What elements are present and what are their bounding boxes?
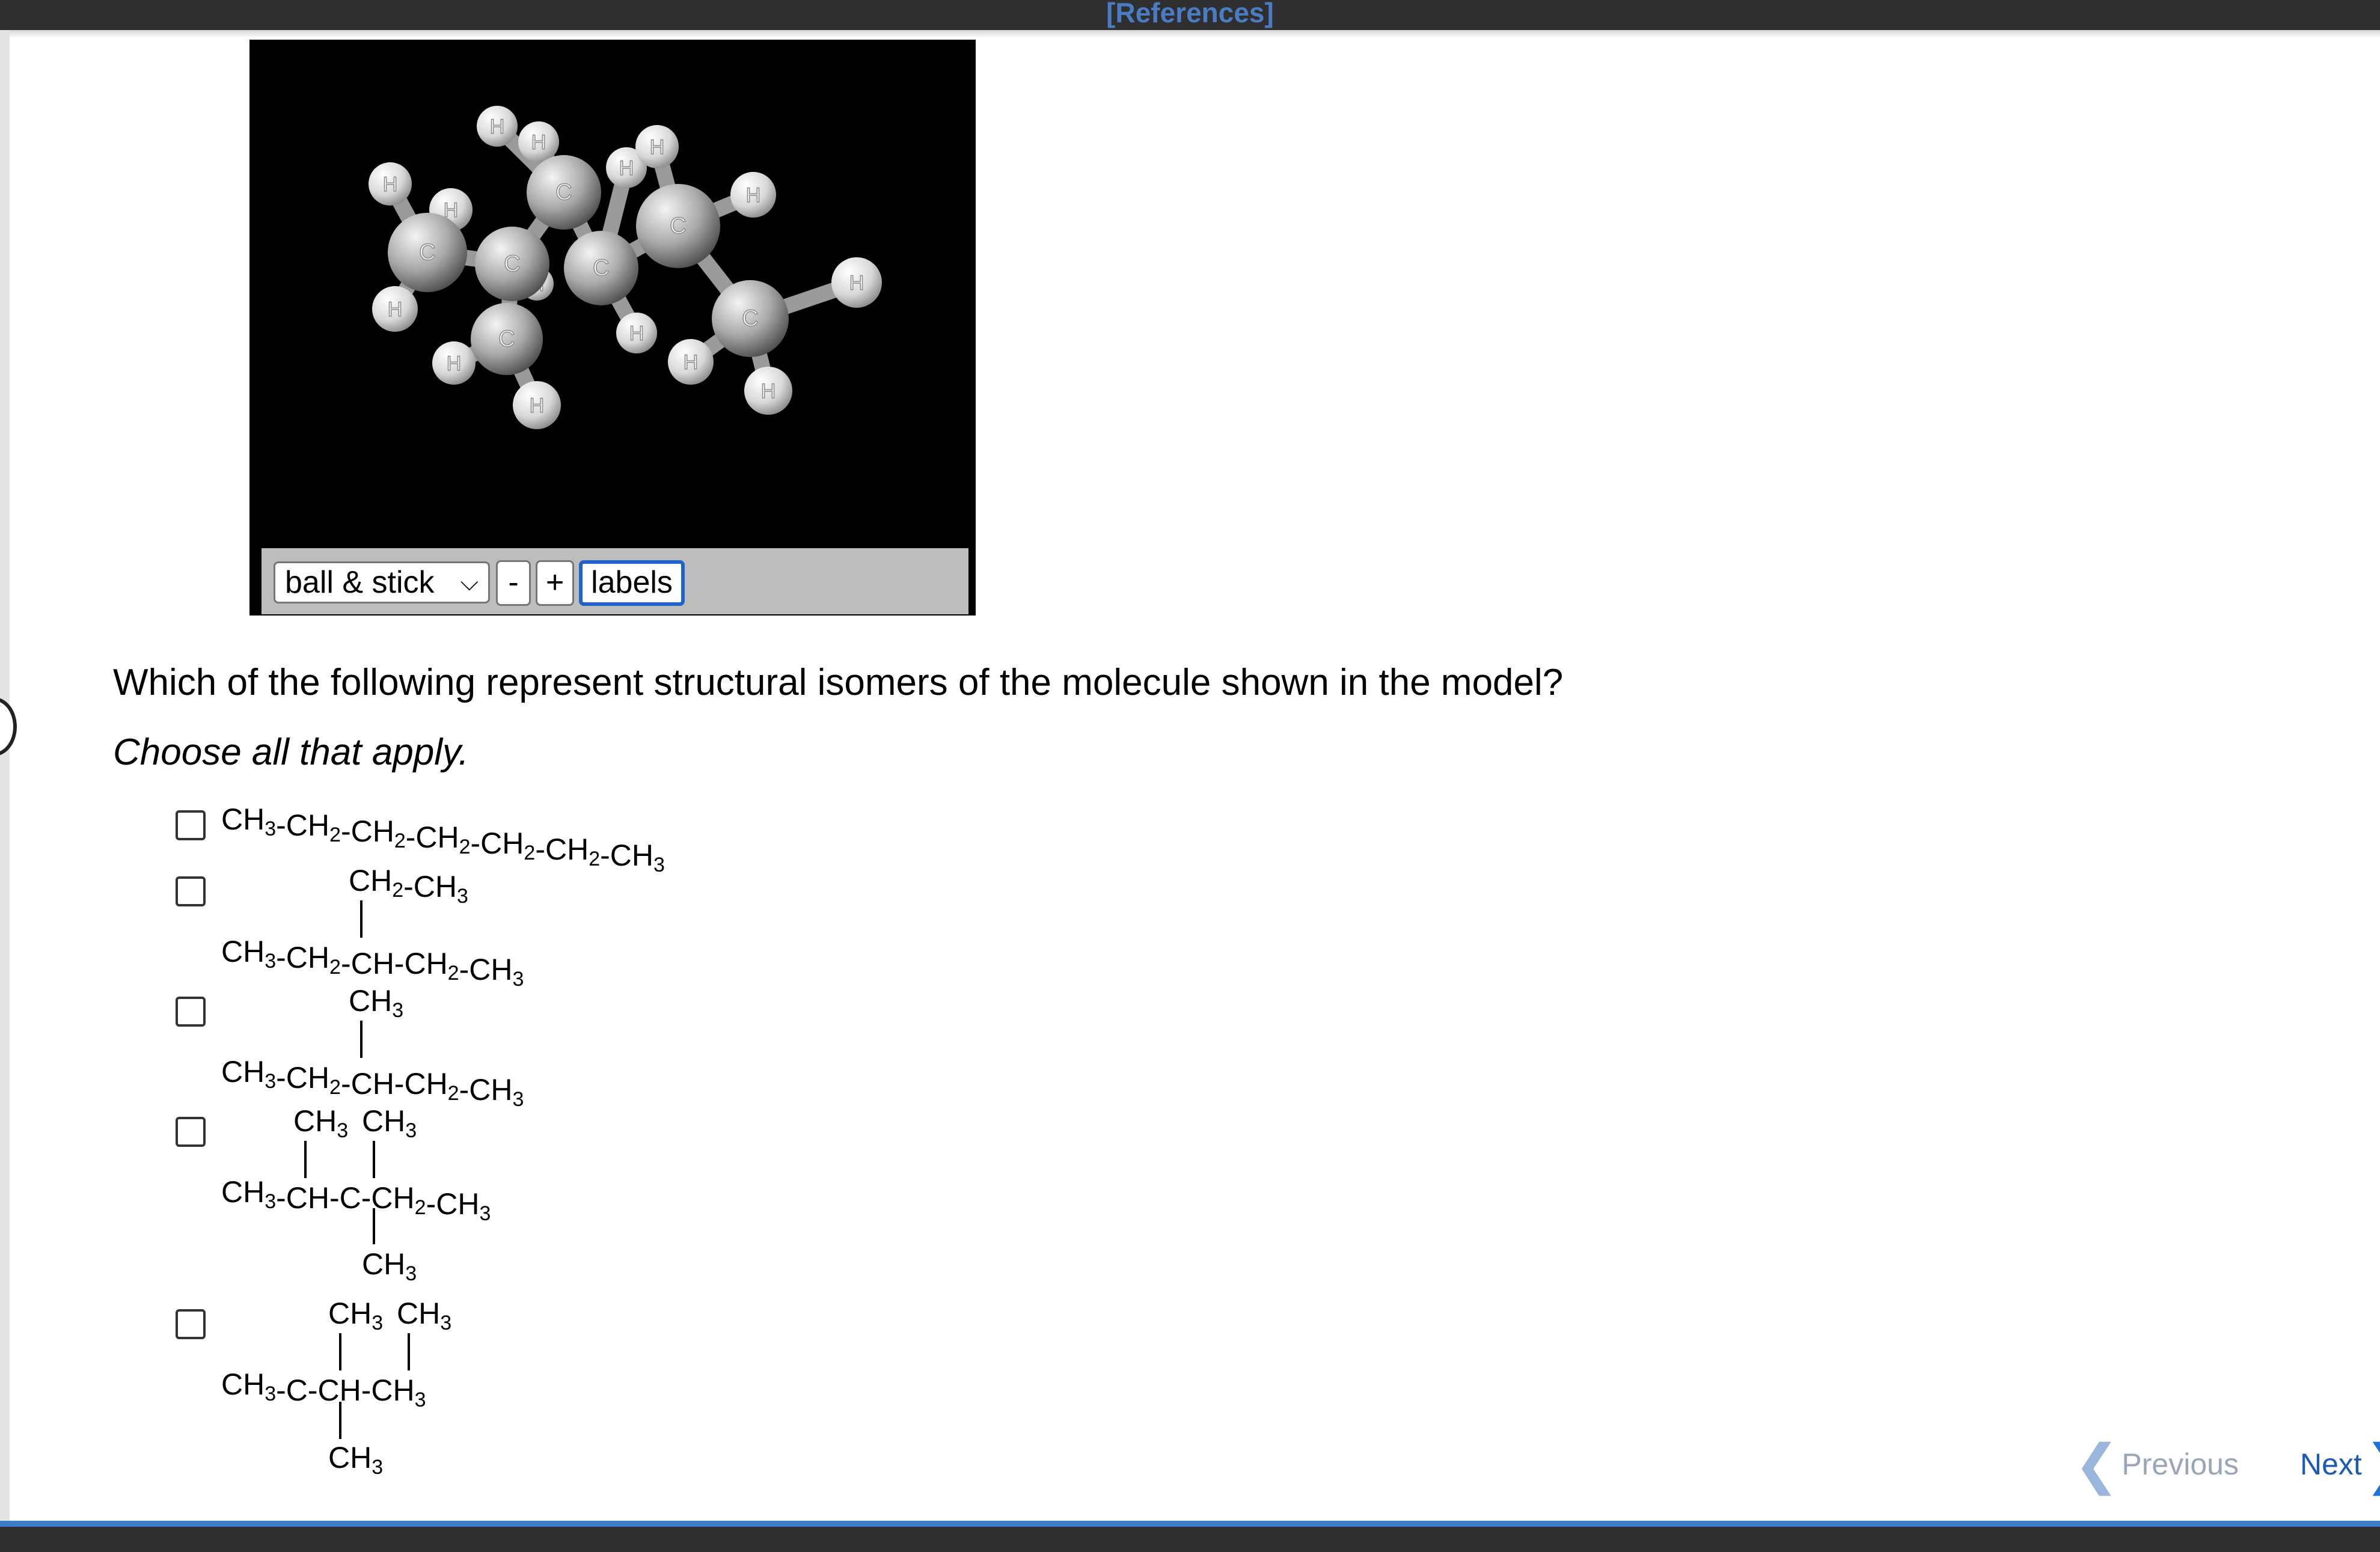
chevron-left-icon: ❮ [2074, 1435, 2120, 1495]
option-1-checkbox[interactable] [176, 810, 206, 840]
molecule-viewer[interactable]: HHHHHHHHHHHHHHHCCCCCCC ball & stick ⌵ - … [249, 40, 976, 616]
carbon-atom: C [471, 303, 543, 375]
option-4-checkbox[interactable] [176, 1117, 206, 1147]
atom-label: C [742, 306, 758, 331]
option-1-formula: CH3-CH2-CH2-CH2-CH2-CH2-CH3 [221, 802, 665, 876]
atom-label: H [619, 157, 634, 180]
carbon-atom: C [712, 280, 789, 357]
option-4-branch-1: CH3 [293, 1104, 348, 1142]
labels-toggle-button[interactable]: labels [579, 560, 685, 606]
hydrogen-atom: H [635, 125, 679, 168]
hydrogen-atom: H [831, 257, 882, 308]
atom-label: C [504, 251, 520, 276]
answer-formulas: CH3-CH2-CH2-CH2-CH2-CH2-CH3CH2-CH3 CH3-CH… [221, 802, 665, 1479]
carbon-atom: C [388, 213, 467, 292]
previous-button[interactable]: ❮Previous [2074, 1433, 2239, 1496]
atom-label: C [555, 180, 572, 205]
chevron-right-icon: ❯ [2364, 1435, 2380, 1495]
option-5-formula: CH3-C-CH-CH3 [221, 1367, 426, 1411]
atom-label: C [670, 213, 686, 239]
option-5-branch-2: CH3 [397, 1297, 451, 1334]
atom-label: H [650, 136, 665, 159]
references-link[interactable]: [References] [1106, 0, 1274, 29]
display-style-value: ball & stick [285, 565, 435, 600]
option-4-branch-3: CH3 [362, 1247, 417, 1285]
atom-label: H [684, 351, 699, 374]
carbon-atom: C [527, 155, 601, 230]
option-3-formula: CH3-CH2-CH-CH2-CH3 [221, 1055, 524, 1111]
atom-label: H [490, 115, 505, 138]
top-bar: [References] [0, 0, 2380, 30]
atom-label: H [530, 394, 545, 417]
side-panel-handle[interactable] [0, 697, 17, 756]
carbon-atom: C [475, 227, 549, 301]
carbon-atom: C [636, 184, 720, 268]
question-instruction: Choose all that apply. [113, 732, 469, 773]
hydrogen-atom: H [432, 341, 476, 385]
question-prompt: Which of the following represent structu… [113, 662, 1564, 703]
zoom-out-button[interactable]: - [496, 560, 531, 606]
bottom-accent-rule [0, 1521, 2380, 1527]
molecule-model-canvas[interactable]: HHHHHHHHHHHHHHHCCCCCCC [254, 44, 971, 543]
hydrogen-atom: H [744, 367, 792, 415]
chevron-down-icon: ⌵ [460, 569, 479, 596]
option-4-formula: CH3-CH-C-CH2-CH3 [221, 1175, 491, 1225]
previous-label: Previous [2122, 1447, 2239, 1481]
atom-label: H [746, 184, 761, 207]
option-3-checkbox[interactable] [176, 997, 206, 1027]
atom-label: H [531, 131, 546, 154]
viewer-toolbar: ball & stick ⌵ - + labels [262, 548, 968, 614]
hydrogen-atom: H [518, 121, 559, 162]
option-5-checkbox[interactable] [176, 1309, 206, 1339]
hydrogen-atom: H [668, 339, 714, 385]
hydrogen-atom: H [616, 313, 657, 353]
atom-label: C [593, 255, 609, 281]
option-4-branch-2: CH3 [362, 1104, 417, 1142]
atom-label: C [498, 326, 515, 352]
option-2-branch: CH2-CH3 [349, 864, 468, 908]
carbon-atom: C [564, 231, 638, 305]
next-label: Next [2300, 1447, 2362, 1481]
hydrogen-atom: H [513, 381, 561, 429]
option-5-branch-1: CH3 [328, 1297, 383, 1334]
atom-label: H [849, 272, 864, 295]
atom-label: H [388, 298, 403, 321]
left-edge-strip [0, 30, 10, 1521]
option-3-branch: CH3 [349, 984, 403, 1022]
hydrogen-atom: H [369, 162, 412, 206]
option-2-checkbox[interactable] [176, 876, 206, 906]
hydrogen-atom: H [372, 286, 418, 332]
atom-label: C [419, 240, 435, 265]
zoom-in-button[interactable]: + [536, 560, 574, 606]
next-button[interactable]: Next❯ [2300, 1433, 2380, 1496]
top-bar-shadow [0, 30, 2380, 38]
atom-label: H [629, 322, 644, 345]
bottom-bar [0, 1527, 2380, 1552]
atom-label: H [383, 173, 398, 196]
option-5-branch-3: CH3 [328, 1441, 383, 1479]
hydrogen-atom: H [730, 172, 776, 218]
option-2-formula: CH3-CH2-CH-CH2-CH3 [221, 935, 524, 991]
atom-label: H [761, 380, 776, 403]
hydrogen-atom: H [477, 106, 518, 147]
atom-label: H [447, 352, 462, 375]
display-style-select[interactable]: ball & stick ⌵ [274, 561, 490, 603]
